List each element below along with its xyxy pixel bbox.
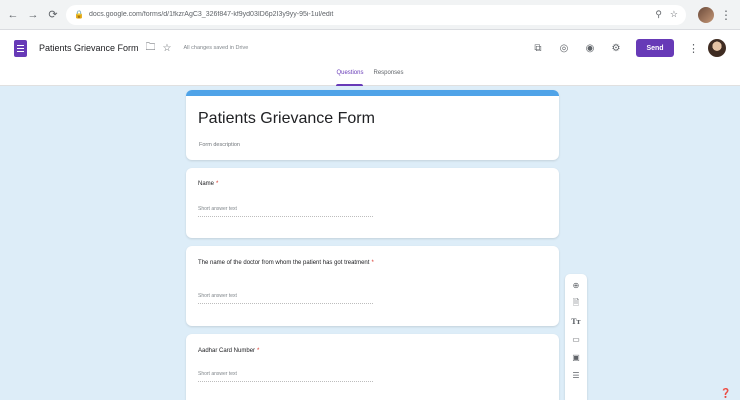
zoom-icon[interactable]: ⚲	[655, 9, 662, 20]
profile-icon[interactable]	[698, 6, 714, 23]
question-card-doctor[interactable]: The name of the doctor from whom the pat…	[186, 246, 559, 326]
add-title-icon[interactable]: Tт	[570, 316, 582, 327]
help-icon[interactable]: ❓	[720, 388, 731, 399]
add-item-toolbar: ⊕ 🗎 Tт ▭ ▣ ☰	[565, 274, 587, 400]
document-title[interactable]: Patients Grievance Form	[39, 43, 139, 53]
forward-icon[interactable]: →	[26, 8, 40, 22]
required-asterisk: *	[257, 348, 260, 354]
preview-eye-icon[interactable]: ◉	[584, 43, 596, 54]
form-title[interactable]: Patients Grievance Form	[198, 110, 375, 128]
more-options-icon[interactable]: ⋮	[688, 42, 699, 55]
url-text: docs.google.com/forms/d/1fkzrAgC3_326f84…	[88, 11, 334, 18]
google-forms-logo-icon[interactable]	[14, 39, 27, 57]
send-button[interactable]: Send	[636, 39, 674, 57]
star-icon[interactable]: ☆	[670, 9, 678, 20]
add-question-icon[interactable]: ⊕	[570, 280, 582, 291]
star-icon[interactable]: ☆	[163, 43, 172, 54]
short-answer-field[interactable]: Short answer text	[198, 206, 373, 217]
back-icon[interactable]: ←	[6, 8, 20, 22]
short-answer-field[interactable]: Short answer text	[198, 371, 373, 382]
required-asterisk: *	[216, 181, 219, 187]
addon-icon[interactable]: ⧉	[532, 43, 544, 54]
question-label: Aadhar Card Number *	[198, 348, 260, 354]
short-answer-field[interactable]: Short answer text	[198, 293, 373, 304]
tab-responses[interactable]: Responses	[373, 66, 403, 86]
import-questions-icon[interactable]: 🗎	[570, 298, 582, 309]
settings-gear-icon[interactable]: ⚙	[610, 43, 622, 54]
menu-icon[interactable]: ⋮	[720, 8, 732, 22]
question-card-aadhar[interactable]: Aadhar Card Number * Short answer text	[186, 334, 559, 400]
question-label: The name of the doctor from whom the pat…	[198, 260, 374, 266]
save-status: All changes saved in Drive	[183, 45, 249, 51]
palette-icon[interactable]: ◎	[558, 43, 570, 54]
add-section-icon[interactable]: ☰	[570, 370, 582, 381]
lock-icon: 🔒	[74, 10, 84, 19]
form-description[interactable]: Form description	[199, 142, 240, 148]
browser-toolbar: ← → ⟳ 🔒 docs.google.com/forms/d/1fkzrAgC…	[0, 0, 740, 30]
folder-icon[interactable]: 🗀	[146, 40, 156, 57]
avatar[interactable]	[708, 39, 726, 57]
tab-questions[interactable]: Questions	[336, 66, 364, 86]
forms-header: Patients Grievance Form 🗀 ☆ All changes …	[0, 30, 740, 86]
reload-icon[interactable]: ⟳	[46, 8, 60, 22]
title-card-accent	[186, 90, 559, 96]
form-title-card[interactable]: Patients Grievance Form Form description	[186, 90, 559, 160]
form-tabs: Questions Responses	[0, 66, 740, 86]
required-asterisk: *	[371, 260, 374, 266]
question-card-name[interactable]: Name * Short answer text	[186, 168, 559, 238]
add-image-icon[interactable]: ▭	[570, 334, 582, 345]
address-bar[interactable]: 🔒 docs.google.com/forms/d/1fkzrAgC3_326f…	[66, 4, 686, 25]
add-video-icon[interactable]: ▣	[570, 352, 582, 363]
form-canvas: Patients Grievance Form Form description…	[0, 86, 740, 400]
question-label: Name *	[198, 181, 219, 187]
